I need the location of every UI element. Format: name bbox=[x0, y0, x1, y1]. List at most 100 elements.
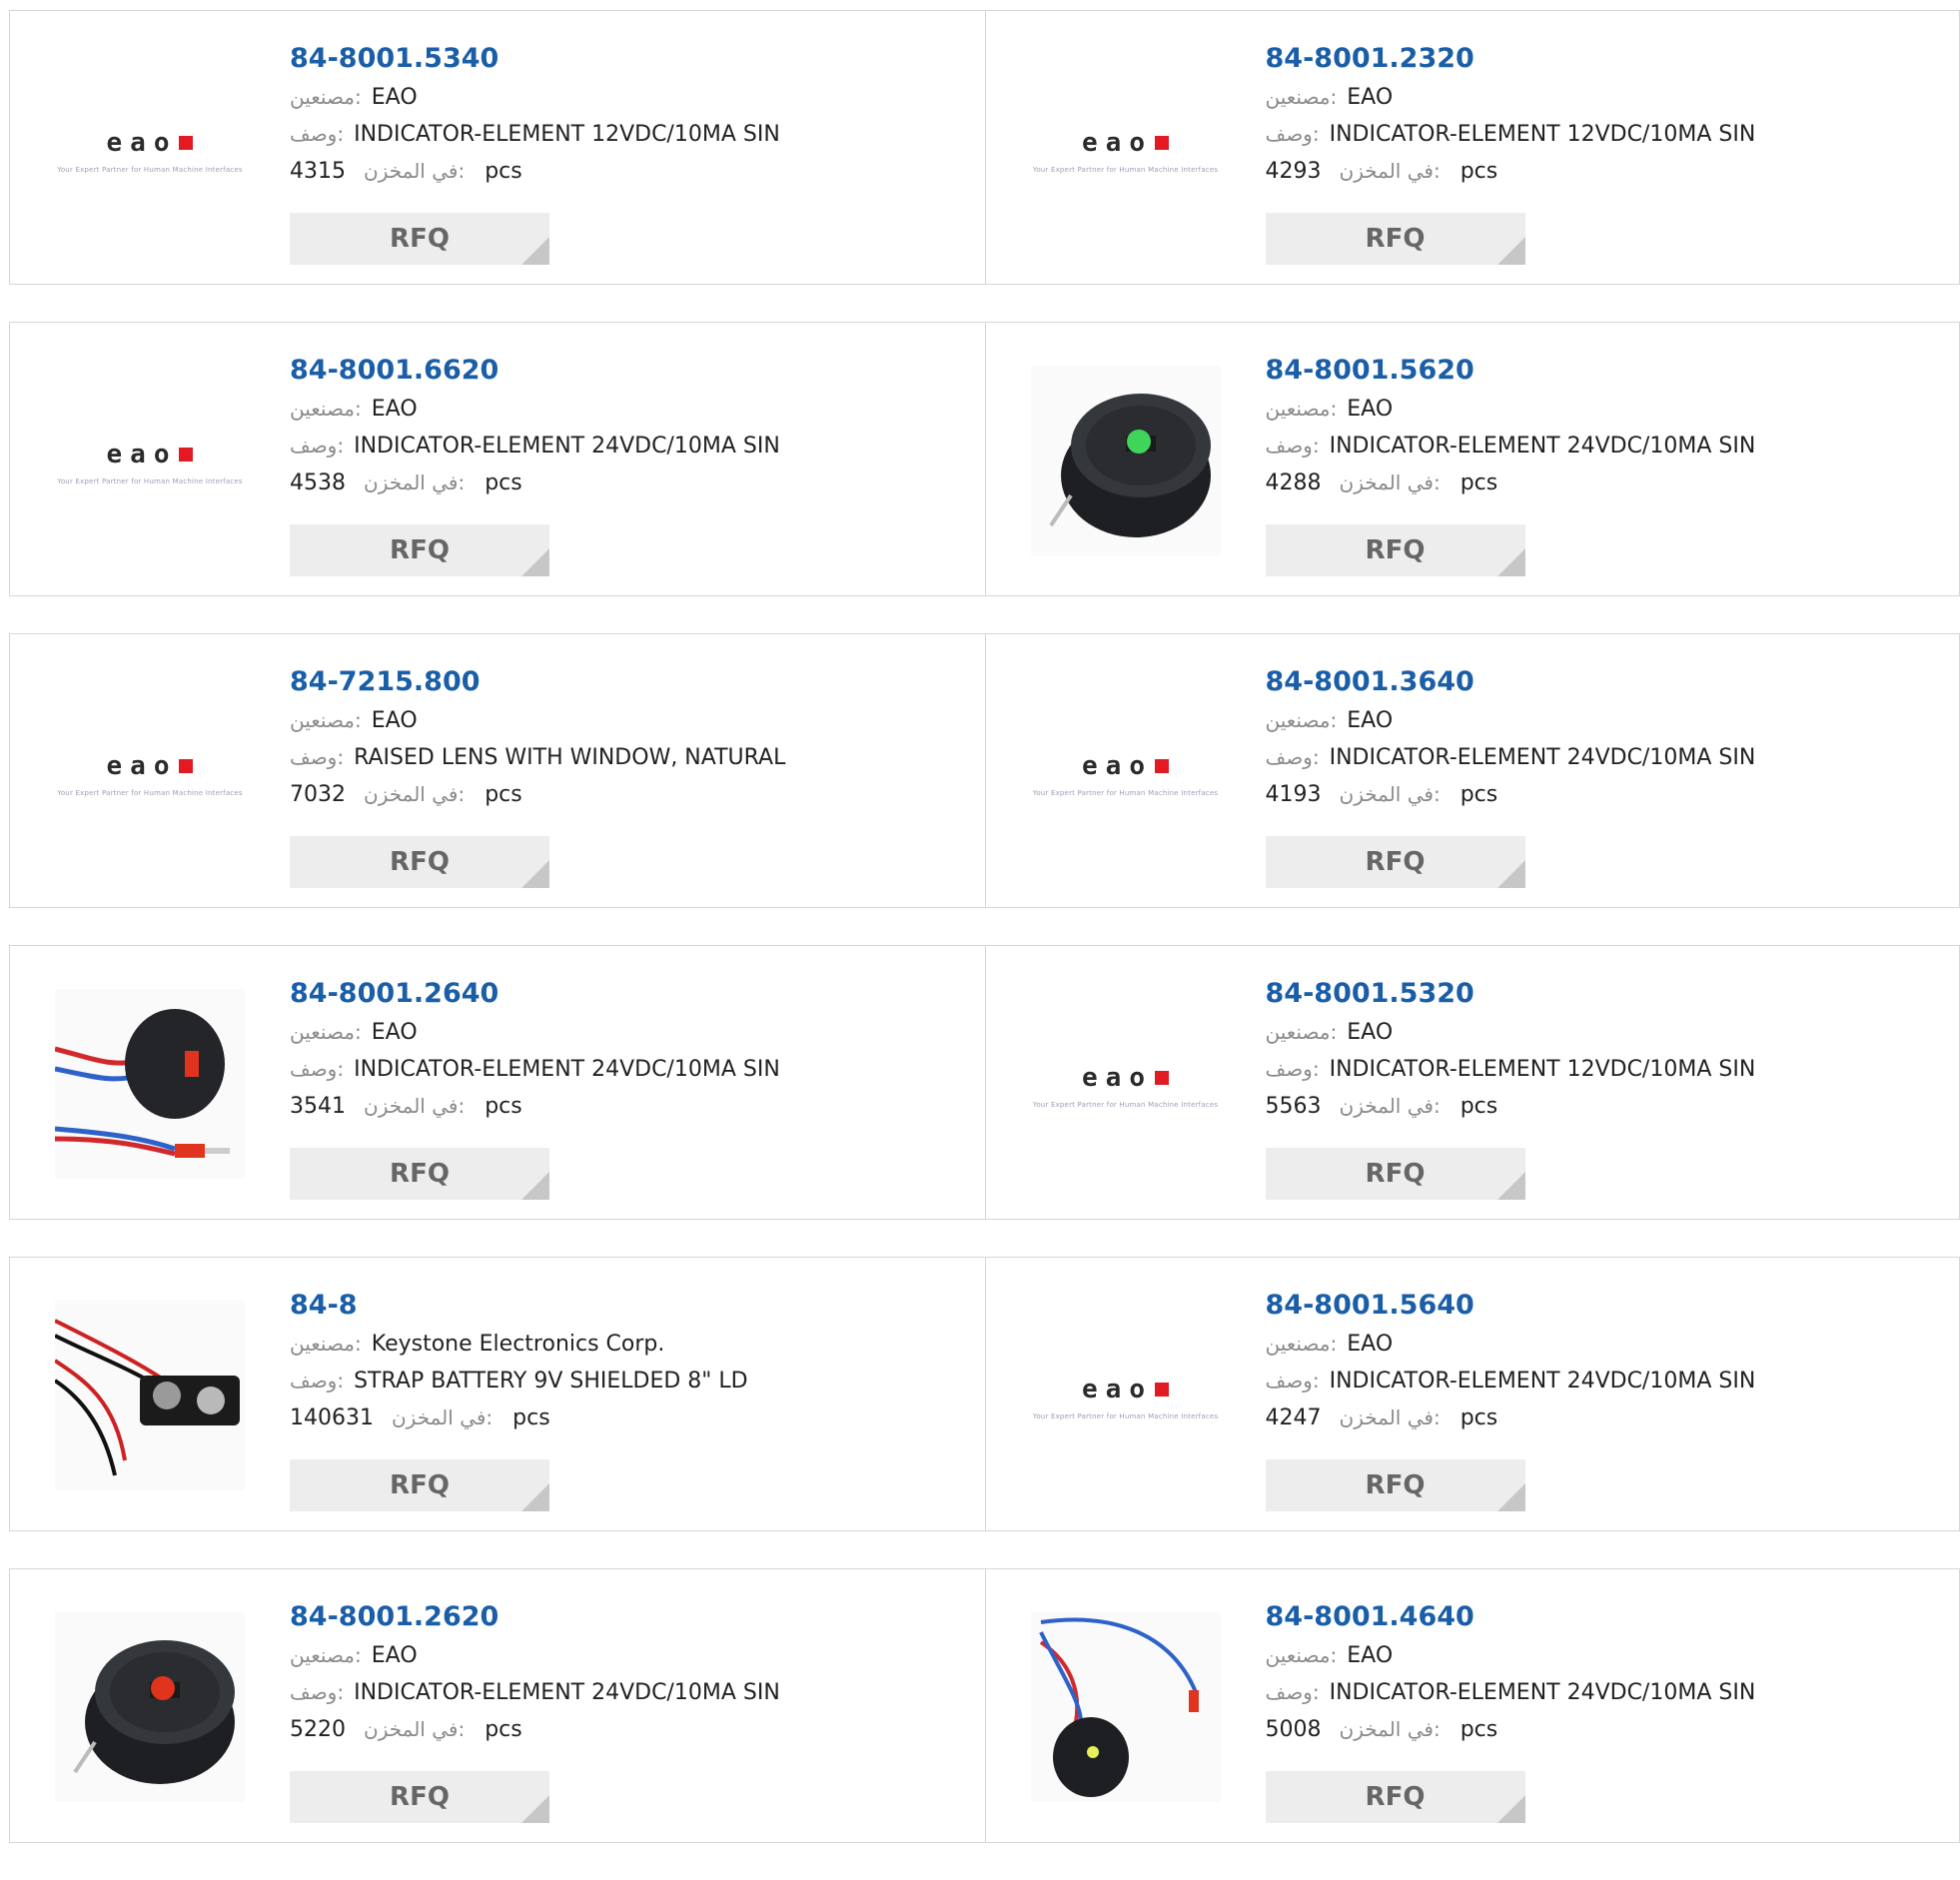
part-number-link[interactable]: 84-8001.5340 bbox=[290, 39, 780, 79]
product-card: eaoYour Expert Partner for Human Machine… bbox=[985, 1257, 1960, 1531]
rfq-button[interactable]: RFQ bbox=[290, 1771, 549, 1823]
part-number-link[interactable]: 84-8001.3640 bbox=[1266, 662, 1756, 702]
product-image[interactable] bbox=[50, 986, 250, 1186]
part-number-link[interactable]: 84-8001.4640 bbox=[1266, 1597, 1756, 1637]
description-line: وصف:INDICATOR-ELEMENT 12VDC/10MA SIN bbox=[1266, 116, 1756, 153]
manufacturer-label: مصنعين: bbox=[290, 397, 362, 421]
product-card: eaoYour Expert Partner for Human Machine… bbox=[985, 10, 1960, 285]
stock-label: في المخزن: bbox=[364, 1717, 465, 1741]
rfq-button[interactable]: RFQ bbox=[1266, 1771, 1525, 1823]
eao-logo-tagline: Your Expert Partner for Human Machine In… bbox=[1033, 789, 1218, 797]
stock-line: 4315في المخزن:pcs bbox=[290, 153, 780, 190]
part-number-link[interactable]: 84-8001.2620 bbox=[290, 1597, 780, 1637]
manufacturer-line: مصنعين:EAO bbox=[290, 391, 780, 428]
part-number-link[interactable]: 84-8001.5620 bbox=[1266, 351, 1756, 391]
rfq-button[interactable]: RFQ bbox=[1266, 213, 1525, 265]
part-number-link[interactable]: 84-8001.6620 bbox=[290, 351, 780, 391]
product-info: 84-8مصنعين:Keystone Electronics Corp.وصف… bbox=[290, 1286, 748, 1436]
manufacturer-label: مصنعين: bbox=[290, 85, 362, 109]
description-value: INDICATOR-ELEMENT 12VDC/10MA SIN bbox=[1330, 1057, 1756, 1082]
description-line: وصف:INDICATOR-ELEMENT 24VDC/10MA SIN bbox=[290, 428, 780, 465]
stock-label: في المخزن: bbox=[392, 1406, 492, 1429]
eao-logo-text: eao bbox=[107, 440, 178, 470]
description-line: وصف:STRAP BATTERY 9V SHIELDED 8" LD bbox=[290, 1363, 748, 1400]
product-row: 84-8مصنعين:Keystone Electronics Corp.وصف… bbox=[9, 1257, 1960, 1531]
stock-label: في المخزن: bbox=[1340, 470, 1441, 494]
eao-logo-text: eao bbox=[1082, 128, 1153, 158]
rfq-button[interactable]: RFQ bbox=[1266, 1459, 1525, 1511]
stock-value: 4315 bbox=[290, 159, 346, 184]
rfq-button[interactable]: RFQ bbox=[1266, 1148, 1525, 1200]
eao-logo-square bbox=[179, 136, 193, 150]
product-image[interactable] bbox=[1026, 363, 1226, 562]
stock-unit: pcs bbox=[512, 1406, 550, 1430]
product-image[interactable]: eaoYour Expert Partner for Human Machine… bbox=[50, 51, 250, 251]
part-number-link[interactable]: 84-8001.5640 bbox=[1266, 1286, 1756, 1326]
description-value: INDICATOR-ELEMENT 24VDC/10MA SIN bbox=[1330, 1680, 1756, 1705]
manufacturer-value: EAO bbox=[1347, 708, 1393, 733]
part-number-link[interactable]: 84-8 bbox=[290, 1286, 748, 1326]
eao-logo: eaoYour Expert Partner for Human Machine… bbox=[1033, 128, 1218, 174]
eao-logo-square bbox=[1155, 759, 1169, 773]
product-info: 84-8001.2640مصنعين:EAOوصف:INDICATOR-ELEM… bbox=[290, 974, 780, 1125]
description-label: وصف: bbox=[290, 434, 344, 458]
eao-logo-tagline: Your Expert Partner for Human Machine In… bbox=[57, 789, 242, 797]
description-value: INDICATOR-ELEMENT 12VDC/10MA SIN bbox=[1330, 122, 1756, 147]
description-line: وصف:INDICATOR-ELEMENT 24VDC/10MA SIN bbox=[290, 1051, 780, 1088]
product-image[interactable]: eaoYour Expert Partner for Human Machine… bbox=[1026, 986, 1226, 1186]
description-value: INDICATOR-ELEMENT 24VDC/10MA SIN bbox=[1330, 434, 1756, 459]
product-image[interactable]: eaoYour Expert Partner for Human Machine… bbox=[50, 674, 250, 874]
part-number-link[interactable]: 84-8001.5320 bbox=[1266, 974, 1756, 1014]
eao-logo-square bbox=[1155, 1383, 1169, 1397]
rfq-label: RFQ bbox=[1366, 1470, 1426, 1500]
stock-value: 5220 bbox=[290, 1717, 346, 1742]
indicator-green-photo bbox=[1031, 366, 1221, 559]
description-value: INDICATOR-ELEMENT 12VDC/10MA SIN bbox=[354, 122, 780, 147]
description-label: وصف: bbox=[1266, 434, 1320, 458]
rfq-button[interactable]: RFQ bbox=[1266, 836, 1525, 888]
eao-logo: eaoYour Expert Partner for Human Machine… bbox=[57, 440, 242, 485]
product-info: 84-7215.800مصنعين:EAOوصف:RAISED LENS WIT… bbox=[290, 662, 785, 813]
manufacturer-line: مصنعين:EAO bbox=[290, 1637, 780, 1674]
product-info: 84-8001.5620مصنعين:EAOوصف:INDICATOR-ELEM… bbox=[1266, 351, 1756, 501]
rfq-button[interactable]: RFQ bbox=[290, 1459, 549, 1511]
eao-logo-wordmark: eao bbox=[1082, 1063, 1169, 1093]
stock-unit: pcs bbox=[1461, 470, 1498, 495]
product-info: 84-8001.2620مصنعين:EAOوصف:INDICATOR-ELEM… bbox=[290, 1597, 780, 1748]
manufacturer-label: مصنعين: bbox=[1266, 1332, 1338, 1356]
eao-logo: eaoYour Expert Partner for Human Machine… bbox=[1033, 1063, 1218, 1109]
part-number-link[interactable]: 84-8001.2640 bbox=[290, 974, 780, 1014]
part-number-link[interactable]: 84-8001.2320 bbox=[1266, 39, 1756, 79]
product-card: eaoYour Expert Partner for Human Machine… bbox=[9, 10, 986, 285]
rfq-button[interactable]: RFQ bbox=[290, 836, 549, 888]
product-image[interactable]: eaoYour Expert Partner for Human Machine… bbox=[1026, 674, 1226, 874]
stock-label: في المخزن: bbox=[1340, 782, 1441, 806]
part-number-link[interactable]: 84-7215.800 bbox=[290, 662, 785, 702]
manufacturer-value: EAO bbox=[372, 1020, 418, 1045]
product-image[interactable] bbox=[1026, 1609, 1226, 1809]
product-image[interactable]: eaoYour Expert Partner for Human Machine… bbox=[1026, 1298, 1226, 1497]
rfq-label: RFQ bbox=[390, 847, 450, 877]
eao-logo: eaoYour Expert Partner for Human Machine… bbox=[1033, 1375, 1218, 1420]
product-image[interactable] bbox=[50, 1298, 250, 1497]
rfq-button[interactable]: RFQ bbox=[290, 213, 549, 265]
product-card: 84-8001.4640مصنعين:EAOوصف:INDICATOR-ELEM… bbox=[985, 1568, 1960, 1843]
product-image[interactable]: eaoYour Expert Partner for Human Machine… bbox=[1026, 51, 1226, 251]
product-info: 84-8001.3640مصنعين:EAOوصف:INDICATOR-ELEM… bbox=[1266, 662, 1756, 813]
manufacturer-label: مصنعين: bbox=[1266, 85, 1338, 109]
rfq-button[interactable]: RFQ bbox=[290, 1148, 549, 1200]
rfq-button[interactable]: RFQ bbox=[290, 524, 549, 576]
rfq-corner-decoration bbox=[1497, 1483, 1525, 1511]
manufacturer-value: EAO bbox=[372, 1643, 418, 1668]
rfq-button[interactable]: RFQ bbox=[1266, 524, 1525, 576]
stock-unit: pcs bbox=[1461, 1094, 1498, 1119]
description-line: وصف:RAISED LENS WITH WINDOW, NATURAL bbox=[290, 739, 785, 776]
description-label: وصف: bbox=[1266, 1057, 1320, 1081]
product-image[interactable]: eaoYour Expert Partner for Human Machine… bbox=[50, 363, 250, 562]
stock-label: في المخزن: bbox=[1340, 1406, 1441, 1429]
description-label: وصف: bbox=[290, 1680, 344, 1704]
product-card: eaoYour Expert Partner for Human Machine… bbox=[9, 633, 986, 908]
stock-value: 5563 bbox=[1266, 1094, 1322, 1119]
eao-logo-text: eao bbox=[1082, 1063, 1153, 1093]
product-image[interactable] bbox=[50, 1609, 250, 1809]
